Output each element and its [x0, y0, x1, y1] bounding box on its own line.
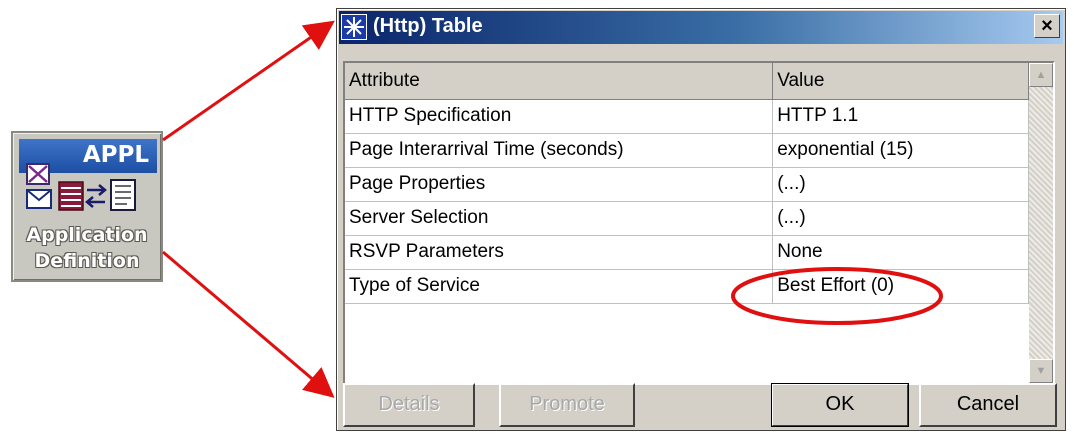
vertical-scrollbar[interactable]: ▲ ▼ [1029, 63, 1053, 383]
scrollbar-track[interactable] [1029, 63, 1053, 383]
promote-button[interactable]: Promote [499, 383, 635, 427]
attribute-cell[interactable]: Page Interarrival Time (seconds) [345, 133, 774, 168]
grid-header-row: Attribute Value [345, 63, 1029, 100]
chevron-up-icon: ▲ [1035, 69, 1047, 81]
table-row[interactable]: Page Interarrival Time (seconds) exponen… [345, 133, 1029, 168]
close-icon: × [1041, 15, 1053, 37]
table-row[interactable]: HTTP Specification HTTP 1.1 [345, 99, 1029, 134]
scroll-down-button[interactable]: ▼ [1029, 359, 1053, 383]
table-row[interactable]: Server Selection (...) [345, 201, 1029, 236]
value-cell[interactable]: (...) [772, 167, 1029, 202]
arrow-to-title [162, 20, 335, 142]
details-button[interactable]: Details [343, 383, 475, 427]
attribute-grid: Attribute Value HTTP Specification HTTP … [343, 61, 1055, 385]
application-definition-node[interactable]: APPL Application Definition [11, 131, 163, 282]
column-header-attribute[interactable]: Attribute [345, 63, 774, 100]
attribute-cell[interactable]: Page Properties [345, 167, 774, 202]
database-icon [58, 181, 84, 211]
appl-label-line2: Definition [34, 250, 140, 272]
scroll-up-button[interactable]: ▲ [1029, 63, 1053, 87]
attribute-cell[interactable]: Type of Service [345, 269, 774, 304]
arrow-to-buttons [162, 250, 335, 398]
appl-label-line1: Application [26, 224, 148, 246]
highlight-ellipse [731, 267, 943, 325]
table-row[interactable]: Page Properties (...) [345, 167, 1029, 202]
column-header-value[interactable]: Value [772, 63, 1029, 100]
attribute-cell[interactable]: RSVP Parameters [345, 235, 774, 270]
attribute-cell[interactable]: Server Selection [345, 201, 774, 236]
value-cell[interactable]: exponential (15) [772, 133, 1029, 168]
value-cell[interactable]: (...) [772, 201, 1029, 236]
close-button[interactable]: × [1034, 14, 1060, 38]
http-table-dialog: (Http) Table × Attribute Value HTTP Spec… [336, 8, 1066, 431]
chevron-down-icon: ▼ [1035, 365, 1047, 377]
document-icon [110, 179, 136, 211]
dialog-title: (Http) Table [373, 15, 483, 37]
appl-icon-group [26, 163, 136, 211]
cancel-button[interactable]: Cancel [919, 383, 1057, 427]
transfer-arrows-icon [85, 184, 107, 208]
ok-button[interactable]: OK [771, 383, 909, 427]
envelope-icon [26, 189, 52, 209]
mail-x-icon [26, 163, 50, 185]
value-cell[interactable]: HTTP 1.1 [772, 99, 1029, 134]
attribute-cell[interactable]: HTTP Specification [345, 99, 774, 134]
star-burst-icon [341, 14, 367, 40]
title-bar[interactable]: (Http) Table [339, 11, 1063, 44]
